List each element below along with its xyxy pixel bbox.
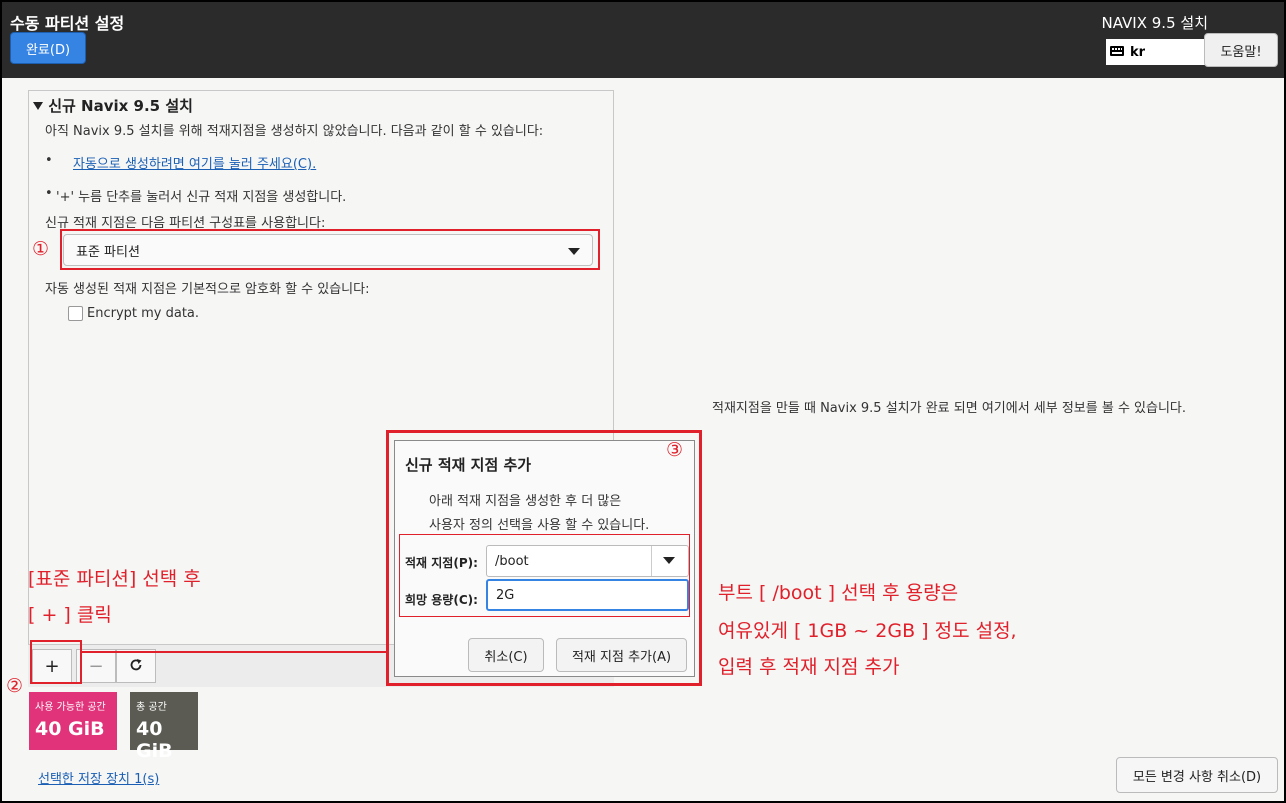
refresh-button[interactable] xyxy=(116,649,156,683)
expander-triangle-icon xyxy=(33,97,48,115)
done-button[interactable]: 완료(D) xyxy=(10,32,86,64)
product-title: NAVIX 9.5 설치 xyxy=(1101,14,1208,32)
encrypt-checkbox-label[interactable]: Encrypt my data. xyxy=(87,306,199,321)
install-section-header[interactable]: 신규 Navix 9.5 설치 xyxy=(33,95,193,116)
details-placeholder-text: 적재지점을 만들 때 Navix 9.5 설치가 완료 되면 여기에서 세부 정… xyxy=(712,401,1187,416)
annotation-box-add xyxy=(30,640,82,684)
keyboard-layout-indicator[interactable]: kr xyxy=(1106,39,1206,65)
annotation-right-line1: 부트 [ /boot ] 선택 후 용량은 xyxy=(718,582,959,604)
remove-mount-point-button[interactable]: − xyxy=(76,649,116,683)
install-title: 신규 Navix 9.5 설치 xyxy=(48,97,193,115)
annotation-left-line1: [표준 파티션] 선택 후 xyxy=(28,568,201,590)
installer-window: 수동 파티션 설정 완료(D) NAVIX 9.5 설치 kr 도움말! 신규 … xyxy=(2,2,1284,801)
add-mount-point-dialog: 신규 적재 지점 추가 아래 적재 지점을 생성한 후 더 많은 사용자 정의 … xyxy=(394,440,695,677)
annotation-box-scheme xyxy=(60,229,600,270)
annotation-connector-line xyxy=(82,651,388,653)
available-space-value: 40 GiB xyxy=(35,718,105,740)
intro-text: 아직 Navix 9.5 설치를 위해 적재지점을 생성하지 않았습니다. 다음… xyxy=(45,124,544,139)
total-space-label: 총 공간 xyxy=(136,702,167,713)
annotation-marker-1: ① xyxy=(32,238,50,260)
plus-instruction-text: '+' 누름 단추를 눌러서 신규 적재 지점을 생성합니다. xyxy=(56,190,347,205)
page-title: 수동 파티션 설정 xyxy=(10,14,125,33)
help-button[interactable]: 도움말! xyxy=(1204,33,1278,67)
available-space-tile: 사용 가능한 공간 40 GiB xyxy=(29,692,117,750)
mount-point-combo[interactable]: /boot xyxy=(486,545,689,577)
keyboard-layout-label: kr xyxy=(1130,44,1146,60)
dialog-cancel-button[interactable]: 취소(C) xyxy=(468,638,544,672)
mount-point-label: 적재 지점(P): xyxy=(405,556,478,570)
available-space-label: 사용 가능한 공간 xyxy=(35,702,106,713)
total-space-tile: 총 공간 40 GiB xyxy=(130,692,198,762)
capacity-input[interactable]: 2G xyxy=(486,579,689,611)
bullet-dot-1: • xyxy=(45,153,53,168)
total-space-value: 40 GiB xyxy=(136,718,173,762)
mount-point-dropdown-button[interactable] xyxy=(651,546,688,576)
header-bar: 수동 파티션 설정 완료(D) NAVIX 9.5 설치 kr 도움말! xyxy=(2,2,1284,78)
annotation-marker-2: ② xyxy=(6,675,24,697)
encrypt-checkbox[interactable] xyxy=(68,306,83,321)
selected-storage-link[interactable]: 선택한 저장 장치 1(s) xyxy=(38,768,159,787)
dialog-add-button[interactable]: 적재 지점 추가(A) xyxy=(556,638,687,672)
mount-point-value: /boot xyxy=(495,554,529,569)
refresh-icon xyxy=(129,656,143,677)
encrypt-note: 자동 생성된 적재 지점은 기본적으로 암호화 할 수 있습니다: xyxy=(45,282,370,297)
auto-create-link[interactable]: 자동으로 생성하려면 여기를 눌러 주세요(C). xyxy=(73,153,316,172)
annotation-marker-3: ③ xyxy=(666,439,684,461)
reset-all-button[interactable]: 모든 변경 사항 취소(D) xyxy=(1116,757,1278,793)
capacity-label: 희망 용량(C): xyxy=(405,593,478,607)
dialog-title: 신규 적재 지점 추가 xyxy=(405,456,532,474)
dialog-message-line1: 아래 적재 지점을 생성한 후 더 많은 xyxy=(429,494,622,509)
annotation-left-line2: [ + ] 클릭 xyxy=(28,604,112,626)
keyboard-icon xyxy=(1110,45,1124,60)
dropdown-arrow-icon xyxy=(663,557,675,564)
bullet-dot-2: • xyxy=(45,186,53,201)
dialog-message-line2: 사용자 정의 선택을 사용 할 수 있습니다. xyxy=(429,518,650,533)
annotation-right-line2: 여유있게 [ 1GB ~ 2GB ] 정도 설정, xyxy=(718,620,1017,642)
annotation-right-line3: 입력 후 적재 지점 추가 xyxy=(718,656,900,678)
